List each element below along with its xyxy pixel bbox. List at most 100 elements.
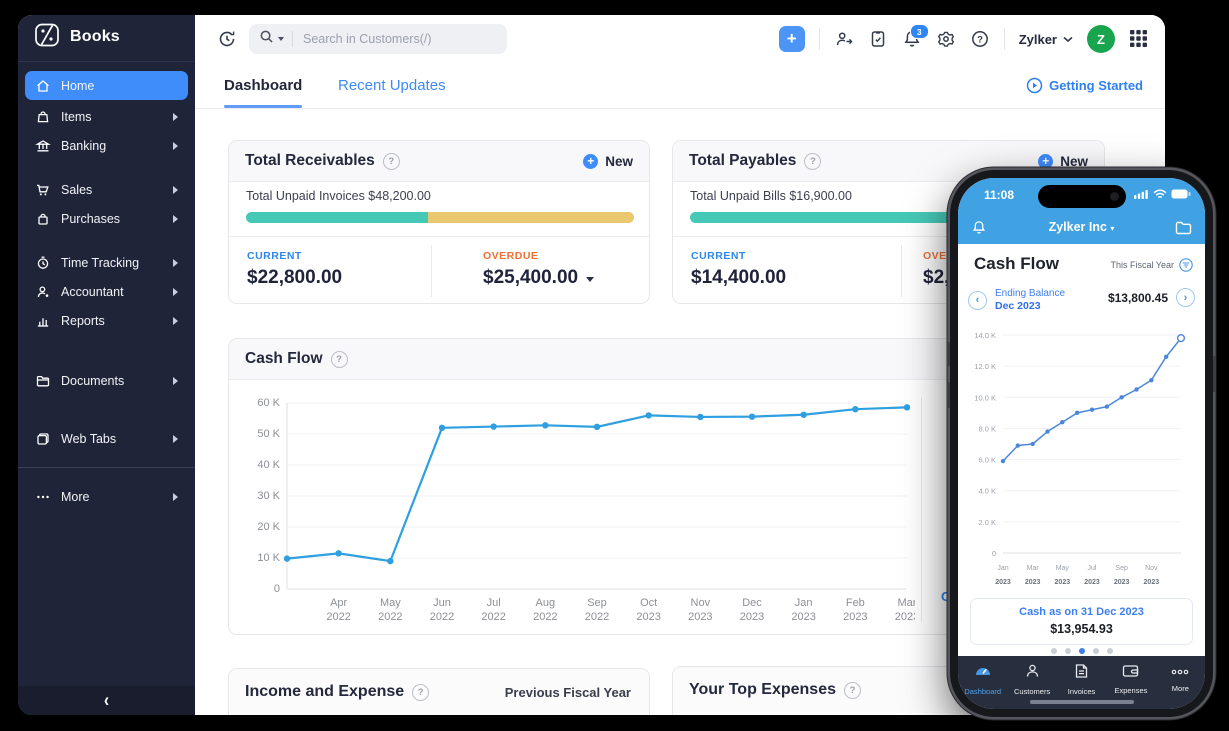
- phone-tab-label: Customers: [1014, 687, 1050, 696]
- subscription-checklist-icon[interactable]: [868, 29, 888, 49]
- invoices-icon: [1074, 663, 1089, 684]
- page-dots: [958, 648, 1205, 654]
- page-dot[interactable]: [1107, 648, 1113, 654]
- sidebar: Books HomeItemsBanking Sales Purchases Time…: [18, 15, 195, 715]
- dynamic-island: [1038, 185, 1126, 208]
- current-amount: $14,400.00: [691, 267, 786, 289]
- help-circle-icon[interactable]: ?: [383, 153, 400, 170]
- cash-as-on-link[interactable]: Cash as on 31 Dec 2023: [975, 606, 1188, 618]
- org-name: Zylker: [1019, 32, 1057, 47]
- sidebar-item-label: Purchases: [61, 212, 173, 226]
- sidebar-item-home[interactable]: Home: [25, 71, 188, 100]
- chevron-right-icon: [173, 186, 178, 194]
- topbar-actions: +: [779, 15, 1149, 63]
- svg-text:2023: 2023: [1055, 579, 1071, 586]
- svg-text:6.0 K: 6.0 K: [978, 456, 996, 465]
- chevron-right-icon: [173, 377, 178, 385]
- page-dot[interactable]: [1051, 648, 1057, 654]
- card-title: Your Top Expenses: [689, 681, 836, 699]
- zoho-books-logo-icon: [34, 22, 60, 53]
- more-dots-icon: [35, 489, 51, 505]
- overdue-amount: $25,400.00: [483, 267, 578, 289]
- phone-screen-title: Cash Flow: [974, 254, 1059, 274]
- current-portion: [246, 212, 428, 223]
- overdue-dropdown-caret-icon[interactable]: [586, 277, 594, 282]
- svg-text:May: May: [380, 597, 401, 609]
- sidebar-item-items[interactable]: Items: [25, 102, 188, 131]
- tab-dashboard[interactable]: Dashboard: [224, 63, 302, 107]
- phone-tab-dashboard[interactable]: Dashboard: [958, 656, 1007, 709]
- help-circle-icon[interactable]: ?: [804, 153, 821, 170]
- sidebar-divider: [18, 61, 195, 62]
- help-circle-icon[interactable]: ?: [844, 682, 861, 699]
- svg-text:2023: 2023: [1025, 579, 1041, 586]
- help-circle-icon[interactable]: ?: [331, 351, 348, 368]
- referral-icon[interactable]: [834, 29, 854, 49]
- battery-icon: [1171, 189, 1191, 199]
- help-circle-icon[interactable]: ?: [412, 684, 429, 701]
- sidebar-item-accountant[interactable]: Accountant: [25, 277, 188, 306]
- unpaid-bills-summary: Total Unpaid Bills $16,900.00: [690, 189, 852, 203]
- apps-grid-icon[interactable]: [1129, 29, 1149, 49]
- phone-body: Cash Flow This Fiscal Year ‹ Ending Bala…: [958, 244, 1205, 656]
- chevron-right-icon: [173, 288, 178, 296]
- phone-period-selector[interactable]: This Fiscal Year: [1110, 258, 1193, 272]
- app-logo[interactable]: Books: [18, 15, 195, 59]
- next-month-button[interactable]: ›: [1176, 288, 1195, 307]
- page-dot[interactable]: [1065, 648, 1071, 654]
- sidebar-item-banking[interactable]: Banking: [25, 131, 188, 160]
- sidebar-item-purchases[interactable]: Purchases: [25, 204, 188, 233]
- notifications-bell-icon[interactable]: 3: [902, 29, 922, 49]
- chevron-left-icon: ‹: [104, 689, 109, 711]
- divider: [921, 397, 922, 622]
- svg-text:12.0 K: 12.0 K: [974, 362, 996, 371]
- sidebar-item-time-tracking[interactable]: Time Tracking: [25, 248, 188, 277]
- reports-icon: [35, 313, 51, 329]
- page-dot[interactable]: [1093, 648, 1099, 654]
- sidebar-item-label: Accountant: [61, 285, 173, 299]
- svg-text:60 K: 60 K: [257, 397, 280, 409]
- page-tabs: Dashboard Recent Updates Getting Started: [195, 63, 1165, 109]
- svg-text:2022: 2022: [378, 611, 402, 623]
- search-input[interactable]: [301, 31, 475, 47]
- global-search[interactable]: [249, 24, 507, 54]
- svg-text:Jan: Jan: [997, 565, 1008, 572]
- phone-org-switcher[interactable]: Zylker Inc ▾: [958, 220, 1205, 234]
- folder-icon[interactable]: [1175, 221, 1192, 240]
- card-title: Cash Flow: [245, 350, 323, 368]
- sidebar-item-documents[interactable]: Documents: [25, 366, 188, 395]
- fiscal-year-selector[interactable]: Previous Fiscal Year: [505, 669, 631, 715]
- previous-month-button[interactable]: ‹: [968, 291, 987, 310]
- search-scope-caret-icon[interactable]: [278, 37, 284, 41]
- help-icon[interactable]: ?: [970, 29, 990, 49]
- org-switcher[interactable]: Zylker: [1019, 32, 1073, 47]
- phone-tab-more[interactable]: More: [1156, 656, 1205, 709]
- svg-text:2023: 2023: [1084, 579, 1100, 586]
- income-and-expense-card: Income and Expense ? Previous Fiscal Yea…: [228, 668, 650, 715]
- dashboard-gauge-icon: [974, 663, 992, 684]
- svg-text:2022: 2022: [326, 611, 350, 623]
- sidebar-collapse-button[interactable]: ‹: [18, 686, 195, 715]
- phone-tab-label: More: [1172, 684, 1189, 693]
- quick-create-button[interactable]: +: [779, 26, 805, 52]
- app-name: Books: [70, 28, 120, 46]
- phone-mockup: 11:08: [950, 170, 1213, 717]
- sidebar-item-sales[interactable]: Sales: [25, 175, 188, 204]
- page-dot-active[interactable]: [1079, 648, 1085, 654]
- sidebar-divider: [18, 467, 195, 468]
- settings-gear-icon[interactable]: [936, 29, 956, 49]
- svg-text:2022: 2022: [430, 611, 454, 623]
- home-indicator[interactable]: [1030, 700, 1134, 704]
- new-invoice-button[interactable]: + New: [583, 141, 633, 181]
- svg-text:14.0 K: 14.0 K: [974, 331, 996, 340]
- chevron-right-icon: [173, 493, 178, 501]
- sidebar-item-web-tabs[interactable]: Web Tabs: [25, 424, 188, 453]
- getting-started-link[interactable]: Getting Started: [1026, 63, 1143, 107]
- chevron-down-icon: [1063, 36, 1073, 43]
- recent-history-icon[interactable]: [217, 29, 237, 49]
- sidebar-item-reports[interactable]: Reports: [25, 306, 188, 335]
- user-avatar[interactable]: Z: [1087, 25, 1115, 53]
- sidebar-item-more[interactable]: More: [25, 482, 188, 511]
- tab-recent-updates[interactable]: Recent Updates: [338, 63, 446, 107]
- clock-icon: [35, 255, 51, 271]
